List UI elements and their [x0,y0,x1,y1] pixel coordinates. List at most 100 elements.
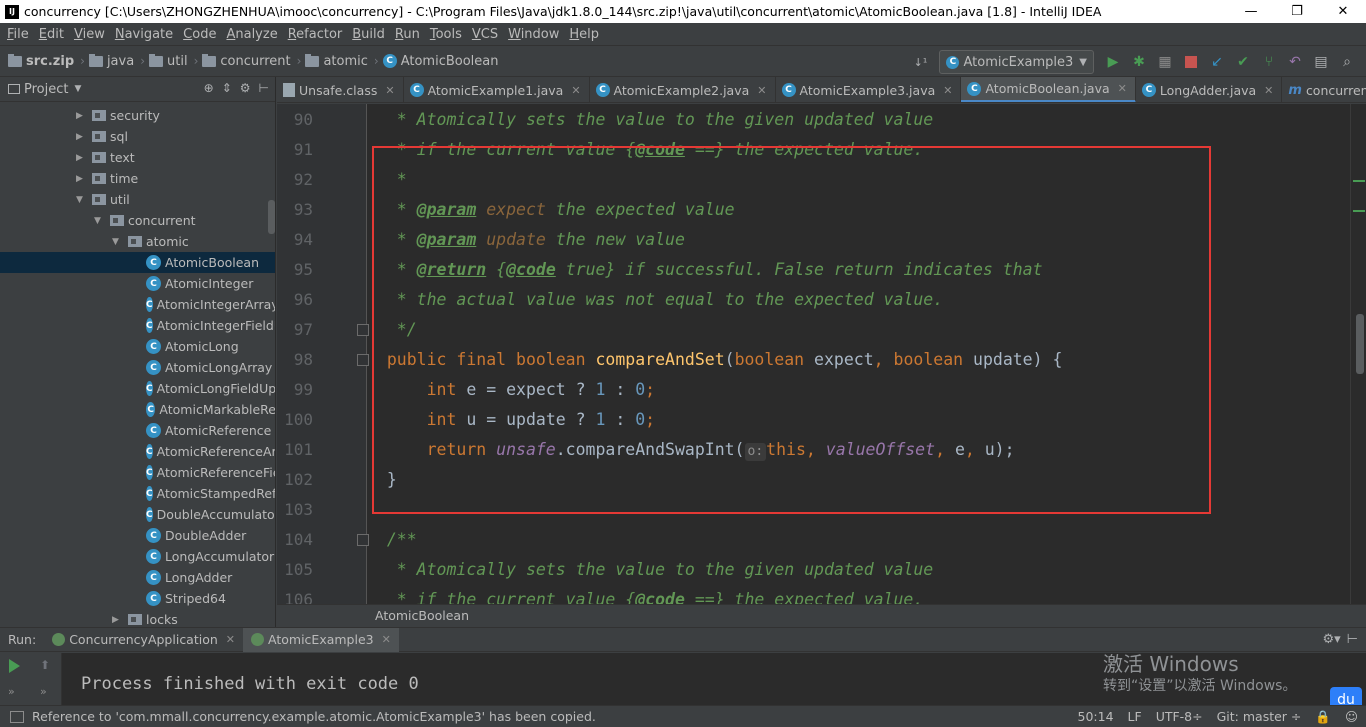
run-tab-atomicexample3[interactable]: AtomicExample3 ✕ [243,627,399,652]
lock-icon[interactable]: 🔒 [1315,709,1331,725]
close-button[interactable]: ✕ [1320,0,1366,23]
chevron-down-icon[interactable]: ▼ [74,84,81,94]
close-icon[interactable]: ✕ [1118,82,1127,95]
tree-item-text[interactable]: ▶ text [0,147,275,168]
editor-breadcrumb[interactable]: AtomicBoolean [277,604,1366,626]
sort-icon[interactable]: ↓¹ [910,52,930,72]
tree-item-atomic[interactable]: ▼ atomic [0,231,275,252]
project-scrollbar[interactable] [268,200,275,234]
breadcrumb-item[interactable]: concurrent [202,53,291,69]
menu-window[interactable]: Window [503,27,564,42]
code-area[interactable]: * Atomically sets the value to the given… [367,104,1347,604]
coverage-icon[interactable]: ▦ [1155,52,1175,72]
collapsed-arrow-icon[interactable]: ▶ [76,174,88,184]
vcs-branch[interactable]: Git: master ÷ [1217,709,1302,725]
close-icon[interactable]: ✕ [757,84,766,97]
menu-file[interactable]: File [2,27,34,42]
tree-item-atomicstampedref[interactable]: C AtomicStampedRef [0,483,275,504]
tree-item-atomiclong[interactable]: C AtomicLong [0,336,275,357]
line-separator[interactable]: LF [1128,709,1142,725]
tree-item-security[interactable]: ▶ security [0,105,275,126]
vcs-branch-icon[interactable]: ⑂ [1259,52,1279,72]
locate-file-icon[interactable]: ⊕ [204,81,214,95]
tree-item-atomicreference[interactable]: C AtomicReference [0,420,275,441]
collapse-all-icon[interactable]: ⇕ [222,81,232,95]
tab-unsafe-class[interactable]: Unsafe.class ✕ [277,77,404,102]
collapsed-arrow-icon[interactable]: ▶ [76,111,88,121]
menu-edit[interactable]: Edit [34,27,69,42]
rerun-icon[interactable] [9,659,20,673]
breadcrumb-item[interactable]: C AtomicBoolean [382,54,498,69]
maximize-button[interactable]: ❐ [1274,0,1320,23]
breadcrumb-item[interactable]: src.zip [8,53,74,69]
tool-windows-icon[interactable] [10,710,24,723]
breadcrumb-item[interactable]: atomic [305,53,368,69]
tree-item-atomiclongfieldup[interactable]: C AtomicLongFieldUp [0,378,275,399]
settings-gear-icon[interactable]: ⚙ [240,81,251,95]
vcs-update-icon[interactable]: ↙ [1207,52,1227,72]
project-panel-title[interactable]: Project [24,82,68,97]
tree-item-sql[interactable]: ▶ sql [0,126,275,147]
tree-item-striped64[interactable]: C Striped64 [0,588,275,609]
tab-atomicexample3-java[interactable]: C AtomicExample3.java ✕ [776,77,962,102]
debug-icon[interactable]: ✱ [1129,52,1149,72]
close-icon[interactable]: ✕ [226,633,235,646]
run-tab-concurrencyapplication[interactable]: ConcurrencyApplication ✕ [44,628,243,652]
close-icon[interactable]: ✕ [571,84,580,97]
run-icon[interactable]: ▶ [1103,52,1123,72]
revert-icon[interactable]: ↶ [1285,52,1305,72]
tab-concurrency[interactable]: mconcurrency [1282,77,1366,102]
tab-longadder-java[interactable]: C LongAdder.java ✕ [1136,77,1283,102]
tab-atomicexample1-java[interactable]: C AtomicExample1.java ✕ [404,77,590,102]
menu-run[interactable]: Run [390,27,425,42]
vcs-commit-icon[interactable]: ✔ [1233,52,1253,72]
tree-item-locks[interactable]: ▶ locks [0,609,275,627]
caret-position[interactable]: 50:14 [1078,709,1114,725]
code-editor[interactable]: 90 91 92 93 94 95 96 97 98 99 100 101 102 103 104 105 10… [277,104,1366,604]
inspector-icon[interactable]: ☺ [1345,709,1358,725]
tree-item-atomiclongarray[interactable]: C AtomicLongArray [0,357,275,378]
tree-item-util[interactable]: ▼ util [0,189,275,210]
file-encoding[interactable]: UTF-8÷ [1156,709,1203,725]
menu-view[interactable]: View [69,27,110,42]
close-icon[interactable]: ✕ [382,633,391,646]
hide-panel-icon[interactable]: ⊢ [259,81,269,95]
collapsed-arrow-icon[interactable]: ▶ [112,615,124,625]
tree-item-time[interactable]: ▶ time [0,168,275,189]
expanded-arrow-icon[interactable]: ▼ [94,216,106,226]
close-icon[interactable]: ✕ [943,84,952,97]
close-icon[interactable]: ✕ [385,84,394,97]
menu-code[interactable]: Code [178,27,221,42]
editor-scrollbar[interactable] [1356,314,1364,374]
menu-tools[interactable]: Tools [425,27,467,42]
breadcrumb-item[interactable]: util [149,53,188,69]
search-everywhere-icon[interactable]: ⌕ [1337,52,1357,72]
tree-item-atomicmarkablere[interactable]: C AtomicMarkableRe [0,399,275,420]
tab-atomicboolean-java[interactable]: C AtomicBoolean.java ✕ [961,77,1136,102]
settings-gear-icon[interactable]: ⚙▾ [1322,632,1340,647]
expanded-arrow-icon[interactable]: ▼ [112,237,124,247]
tab-atomicexample2-java[interactable]: C AtomicExample2.java ✕ [590,77,776,102]
tree-item-doubleadder[interactable]: C DoubleAdder [0,525,275,546]
tree-item-atomicinteger[interactable]: C AtomicInteger [0,273,275,294]
menu-help[interactable]: Help [564,27,604,42]
scroll-up-icon[interactable]: ⬆ [40,658,50,672]
minimize-button[interactable]: — [1228,0,1274,23]
menu-refactor[interactable]: Refactor [283,27,348,42]
expanded-arrow-icon[interactable]: ▼ [76,195,88,205]
breadcrumb-item[interactable]: java [88,53,134,69]
close-icon[interactable]: ✕ [1264,84,1273,97]
more-icon[interactable]: » [8,685,15,698]
menu-vcs[interactable]: VCS [467,27,503,42]
run-configuration-select[interactable]: C AtomicExample3 ▼ [939,50,1094,74]
tree-item-longadder[interactable]: C LongAdder [0,567,275,588]
collapsed-arrow-icon[interactable]: ▶ [76,132,88,142]
menu-navigate[interactable]: Navigate [110,27,178,42]
collapsed-arrow-icon[interactable]: ▶ [76,153,88,163]
stop-icon[interactable] [1181,52,1201,72]
tree-item-doubleaccumulator[interactable]: C DoubleAccumulator [0,504,275,525]
tree-item-atomicintegerarray[interactable]: C AtomicIntegerArray [0,294,275,315]
tree-item-longaccumulator[interactable]: C LongAccumulator [0,546,275,567]
tree-item-atomicboolean[interactable]: C AtomicBoolean [0,252,275,273]
more-icon[interactable]: » [40,685,47,698]
